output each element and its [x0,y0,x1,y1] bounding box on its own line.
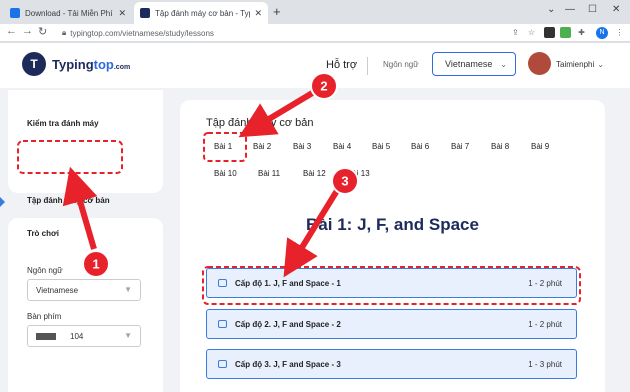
chevron-down-icon: ▼ [124,285,132,294]
support-link[interactable]: Hỗ trợ [326,59,357,71]
keyboard-icon [36,332,56,340]
keyboard-value: 104 [70,331,84,341]
forward-icon[interactable]: → [22,25,33,37]
header-divider [367,57,368,75]
keyboard-label: Bàn phím [27,312,62,321]
active-marker-icon [0,197,5,207]
keyboard-select[interactable]: 104 ▼ [27,325,141,347]
level-row[interactable]: Cấp độ 3. J, F and Space - 3 1 - 3 phút [206,349,577,379]
share-icon[interactable]: ⇪ [510,27,521,38]
chevron-down-icon: ▼ [124,331,132,340]
sidebar-item-typing-test[interactable]: Kiểm tra đánh máy [27,119,99,128]
tab-lesson-5[interactable]: Bài 5 [372,142,390,151]
web-page: T Typingtop.com Hỗ trợ Ngôn ngữ Vietname… [0,43,630,392]
tab-lesson-3[interactable]: Bài 3 [293,142,311,151]
level-name: Cấp độ 1. J, F and Space - 1 [235,278,341,288]
sidebar-card [8,218,163,392]
chevron-down-icon: ⌄ [597,60,604,69]
chevron-down-icon[interactable]: ⌄ [547,4,555,15]
tab-lesson-6[interactable]: Bài 6 [411,142,429,151]
puzzle-icon[interactable]: ✚ [576,27,587,38]
tab-lesson-11[interactable]: Bài 11 [258,169,280,178]
extension-icon[interactable] [560,27,571,38]
level-row[interactable]: Cấp độ 2. J, F and Space - 2 1 - 2 phút [206,309,577,339]
browser-tab-bar: Download - Tải Miễn Phí VN - Ph ✕ Tập đá… [0,0,630,24]
main-panel: Tập đánh máy cơ bản Bài 1 Bài 2 Bài 3 Bà… [180,100,605,392]
language-select[interactable]: Vietnamese ⌄ [432,52,516,76]
tab-favicon-icon [10,8,20,18]
profile-avatar[interactable]: N [596,27,608,39]
star-icon[interactable]: ☆ [526,27,537,38]
lock-icon [218,320,227,328]
level-time: 1 - 3 phút [528,359,562,369]
reload-icon[interactable]: ↻ [38,25,47,38]
extension-icon[interactable] [544,27,555,38]
tab-lesson-8[interactable]: Bài 8 [491,142,509,151]
close-tab-icon[interactable]: ✕ [118,8,126,19]
logo-mark: T [22,52,46,76]
tab-lesson-12[interactable]: Bài 12 [303,169,326,178]
sidebar-card [8,90,163,193]
level-time: 1 - 2 phút [528,319,562,329]
sidebar-language-label: Ngôn ngữ [27,266,63,275]
page-title: Tập đánh máy cơ bản [206,117,314,129]
lock-icon [218,279,227,287]
site-logo[interactable]: T Typingtop.com [22,52,130,76]
new-tab-button[interactable]: + [273,4,281,19]
level-name: Cấp độ 2. J, F and Space - 2 [235,319,341,329]
menu-dots-icon[interactable]: ⋮ [614,27,625,38]
browser-tab-download[interactable]: Download - Tải Miễn Phí VN - Ph ✕ [4,2,132,24]
user-menu[interactable]: Taimienphi ⌄ [556,60,604,69]
tab-lesson-9[interactable]: Bài 9 [531,142,549,151]
tab-lesson-13[interactable]: Bài 13 [347,169,370,178]
browser-address-bar: ← → ↻ 🔒︎ typingtop.com/vietnamese/study/… [0,24,630,42]
url-field[interactable]: 🔒︎ typingtop.com/vietnamese/study/lesson… [62,26,492,40]
level-time: 1 - 2 phút [528,278,562,288]
sidebar-item-basic-typing[interactable]: Tập đánh máy cơ bản [27,196,110,205]
back-icon[interactable]: ← [6,25,17,37]
sidebar-language-select[interactable]: Vietnamese ▼ [27,279,141,301]
minimize-icon[interactable]: — [565,4,575,15]
lesson-heading: Bài 1: J, F, and Space [306,215,479,234]
language-value: Vietnamese [445,59,493,69]
tab-lesson-4[interactable]: Bài 4 [333,142,351,151]
lock-icon: 🔒︎ [62,28,67,37]
tab-title: Download - Tải Miễn Phí VN - Ph [25,8,114,18]
level-row[interactable]: Cấp độ 1. J, F and Space - 1 1 - 2 phút [206,268,577,298]
tab-lesson-1[interactable]: Bài 1 [214,142,232,151]
chevron-down-icon: ⌄ [500,60,507,69]
sidebar-item-games[interactable]: Trò chơi [27,229,59,238]
avatar[interactable] [528,52,551,75]
maximize-icon[interactable]: ☐ [588,4,597,15]
browser-tab-typingtop[interactable]: Tập đánh máy cơ bản - TypingTo ✕ [134,2,268,24]
tab-lesson-7[interactable]: Bài 7 [451,142,469,151]
sidebar: Kiểm tra đánh máy Tập đánh máy cơ bản Tr… [0,88,163,392]
tab-favicon-icon [140,8,150,18]
tab-title: Tập đánh máy cơ bản - TypingTo [155,8,250,18]
tab-lesson-10[interactable]: Bài 10 [214,169,237,178]
logo-text: Typingtop.com [52,56,131,72]
language-label: Ngôn ngữ [383,60,419,69]
lock-icon [218,360,227,368]
tab-lesson-2[interactable]: Bài 2 [253,142,271,151]
site-header: T Typingtop.com Hỗ trợ Ngôn ngữ Vietname… [0,43,630,88]
close-window-icon[interactable]: ✕ [612,4,620,15]
url-text: typingtop.com/vietnamese/study/lessons [70,28,214,38]
sidebar-language-value: Vietnamese [36,285,79,295]
level-name: Cấp độ 3. J, F and Space - 3 [235,359,341,369]
close-tab-icon[interactable]: ✕ [254,8,262,19]
